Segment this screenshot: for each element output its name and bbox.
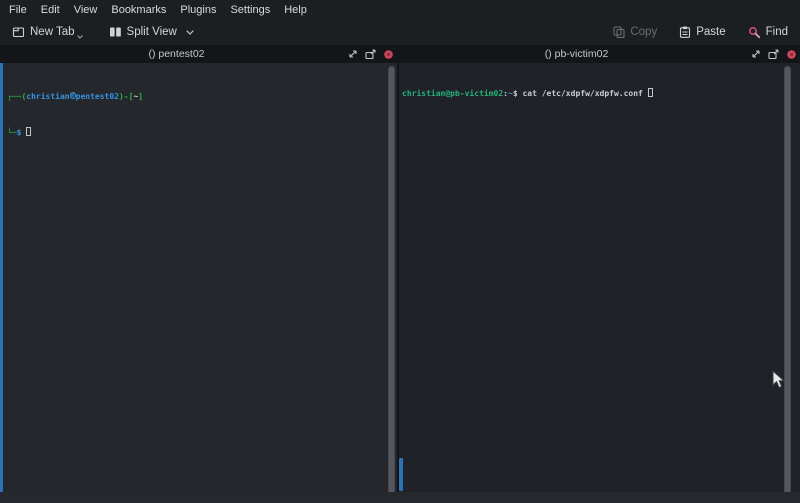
pane-title: () pentest02 [0, 45, 353, 63]
detach-pane-icon [365, 49, 376, 60]
split-view-label: Split View [127, 26, 177, 38]
terminal-pb-victim02[interactable]: christian@pb-victim02:~$ cat /etc/xdpfw/… [399, 63, 800, 492]
toolbar: New Tab Split View [0, 19, 800, 45]
maximize-pane-button[interactable] [750, 47, 761, 61]
maximize-pane-button[interactable] [347, 47, 358, 61]
window-bottom-edge [0, 492, 800, 503]
menu-file[interactable]: File [2, 3, 34, 17]
prompt-line: christian@pb-victim02:~$ cat /etc/xdpfw/… [402, 88, 653, 99]
maximize-pane-icon [348, 49, 358, 59]
split-view-button[interactable]: Split View [103, 23, 200, 41]
menu-edit[interactable]: Edit [34, 3, 67, 17]
new-tab-button[interactable]: New Tab [6, 23, 89, 42]
chevron-down-icon [77, 35, 83, 39]
paste-icon [679, 26, 691, 38]
menu-view[interactable]: View [67, 3, 105, 17]
scroll-position-indicator [399, 458, 403, 491]
pane-divider[interactable] [397, 63, 399, 492]
pane-header-pb-victim02[interactable]: () pb-victim02 [397, 45, 800, 63]
find-label: Find [766, 26, 788, 38]
chevron-down-icon [186, 30, 194, 35]
pane-title: () pb-victim02 [397, 45, 756, 63]
prompt-line: ┌──(christian@pentest02)-[~] [7, 91, 143, 103]
command-text: cat /etc/xdpfw/xdpfw.conf [518, 89, 648, 98]
terminal-cursor [648, 88, 653, 97]
scrollbar-left-pane[interactable] [388, 66, 395, 496]
close-pane-icon [787, 50, 796, 59]
paste-label: Paste [696, 26, 725, 38]
terminal-output: ┌──(christian@pentest02)-[~] └─$ [7, 67, 143, 163]
paste-button[interactable]: Paste [673, 23, 731, 41]
close-pane-button[interactable] [786, 47, 797, 61]
pane-headers: () pentest02 [0, 45, 800, 63]
find-button[interactable]: Find [742, 23, 794, 42]
close-pane-button[interactable] [383, 47, 394, 61]
split-view-icon [109, 26, 122, 38]
menu-bookmarks[interactable]: Bookmarks [104, 3, 173, 17]
mouse-cursor [772, 370, 785, 389]
focus-accent-bar-left [0, 63, 3, 492]
new-tab-label: New Tab [30, 26, 75, 38]
terminal-cursor [26, 127, 31, 136]
terminal-pentest02[interactable]: ┌──(christian@pentest02)-[~] └─$ [0, 63, 397, 492]
terminal-output: christian@pb-victim02:~$ cat /etc/xdpfw/… [402, 66, 653, 121]
konsole-window: File Edit View Bookmarks Plugins Setting… [0, 0, 800, 503]
copy-icon [613, 26, 625, 38]
prompt-line: └─$ [7, 127, 143, 139]
maximize-pane-icon [751, 49, 761, 59]
menu-bar: File Edit View Bookmarks Plugins Setting… [0, 0, 800, 19]
detach-pane-button[interactable] [768, 47, 779, 61]
menu-settings[interactable]: Settings [223, 3, 277, 17]
menu-plugins[interactable]: Plugins [173, 3, 223, 17]
scrollbar-right-pane[interactable] [784, 66, 791, 496]
new-tab-icon [12, 26, 25, 38]
detach-pane-button[interactable] [365, 47, 376, 61]
pane-header-pentest02[interactable]: () pentest02 [0, 45, 397, 63]
find-icon [748, 26, 761, 39]
copy-label: Copy [630, 26, 657, 38]
menu-help[interactable]: Help [277, 3, 314, 17]
close-pane-icon [384, 50, 393, 59]
copy-button[interactable]: Copy [607, 23, 663, 41]
detach-pane-icon [768, 49, 779, 60]
